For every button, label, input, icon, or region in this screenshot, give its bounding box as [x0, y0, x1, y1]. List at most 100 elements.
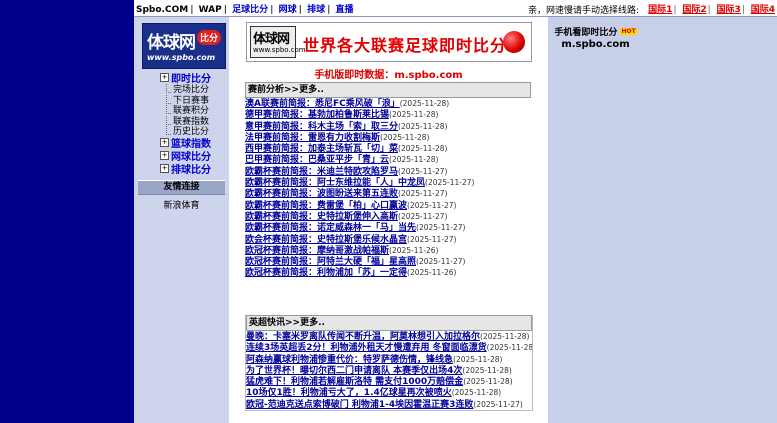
friend-links-title: 友情连接: [138, 180, 225, 195]
list-item: 欧冠杯赛前简报：摩纳哥激战帕福斯(2025-11-26): [245, 245, 531, 256]
article-date: (2025-11-27): [407, 234, 457, 244]
nav-live-link[interactable]: 直播: [336, 5, 354, 15]
article-link[interactable]: 欧霸杯赛前简报：米迪兰特欧攻陷罗马: [245, 167, 398, 177]
logo-url: www.spbo.com: [147, 53, 216, 62]
article-link[interactable]: 为了世界杯！曝切尔西二门申请离队 本赛季仅出场4次: [246, 366, 462, 376]
article-date: (2025-11-27): [398, 189, 448, 199]
menu-basketball[interactable]: + 篮球指数: [160, 137, 228, 150]
right-sidebar: 手机看即时比分 HOT m.spbo.com: [548, 17, 777, 423]
list-item: 巴甲赛前简报：巴桑亚平步「青」云(2025-11-28): [245, 154, 531, 165]
list-item: 欧霸杯赛前简报：米迪兰特欧攻陷罗马(2025-11-27): [245, 166, 531, 177]
site-logo[interactable]: 体球网 比分 www.spbo.com: [142, 23, 226, 69]
nav-wap-link[interactable]: WAP: [199, 5, 222, 15]
article-date: (2025-11-27): [407, 200, 457, 210]
list-item: 猛虎难下！利物浦若解雇斯洛特 需支付1000万赔偿金(2025-11-28): [246, 376, 532, 387]
sidebar-menu: + 即时比分 完场比分 下日赛事 联赛积分 联赛指数 历史比分 + 篮球指数 +…: [160, 71, 228, 176]
nav-volleyball-link[interactable]: 排球: [307, 5, 325, 15]
article-link[interactable]: 10场仅1胜！利物浦亏大了，1.4亿球星再次被喷火: [246, 388, 452, 398]
nav-football-link[interactable]: 足球比分: [232, 5, 268, 15]
menu-tennis[interactable]: + 网球比分: [160, 150, 228, 163]
article-link[interactable]: 欧霸杯赛前简报：史特拉斯堡伸入高斯: [245, 212, 398, 222]
article-link[interactable]: 德甲赛前简报：基勃加柏鲁斯莱比锡: [245, 110, 389, 120]
news-more-link[interactable]: >>更多..: [285, 318, 325, 328]
list-item: 为了世界杯！曝切尔西二门申请离队 本赛季仅出场4次(2025-11-28): [246, 365, 532, 376]
article-date: (2025-11-28): [486, 343, 532, 353]
menu-football[interactable]: + 即时比分: [160, 71, 228, 85]
article-date: (2025-11-28): [389, 155, 439, 165]
article-date: (2025-11-27): [398, 166, 448, 176]
banner-title: 世界各大联赛足球即时比分: [303, 36, 508, 55]
expand-icon: +: [160, 164, 169, 173]
article-link[interactable]: 欧霸杯赛前简报：诺定威森林一「马」当先: [245, 223, 416, 233]
mobile-link[interactable]: 手机版即时数据：m.spbo.com: [229, 66, 548, 81]
article-date: (2025-11-28): [451, 388, 502, 398]
mobile-promo[interactable]: 手机看即时比分 HOT m.spbo.com: [554, 25, 637, 50]
list-item: 欧霸杯赛前简报：费雷堡「柏」心口赢波(2025-11-27): [245, 200, 531, 211]
list-item: 欧霸杯赛前简报：波图盼送来第五连败(2025-11-27): [245, 188, 531, 199]
article-date: (2025-11-28): [463, 377, 513, 387]
article-link[interactable]: 欧霸杯赛前简报：波图盼送来第五连败: [245, 189, 398, 199]
list-item: 意甲赛前简报：科木主场「索」取三分(2025-11-28): [245, 121, 531, 132]
analysis-header: 赛前分析>>更多..: [245, 82, 531, 98]
expand-icon: +: [160, 151, 169, 160]
mobile-promo-url: m.spbo.com: [561, 39, 630, 50]
article-link[interactable]: 连续3场英超丢2分！利物浦外租天才慢遭弃用 冬窗面临漂货: [246, 343, 487, 353]
article-link[interactable]: 欧冠杯赛前简报：阿特兰大硬「福」星高照: [245, 257, 416, 267]
article-date: (2025-11-28): [398, 144, 448, 154]
menu-volleyball[interactable]: + 排球比分: [160, 163, 228, 176]
menu-sub-standings[interactable]: 联赛积分: [160, 105, 228, 116]
analysis-list: 澳A联赛前简报：悉尼FC乘风破「浪」(2025-11-28) 德甲赛前简报：基勃加…: [245, 98, 531, 279]
news-list: 曼晚：卡塞米罗离队传闻不断升温，阿莫林想引入加拉格尔(2025-11-28) 连续…: [246, 331, 532, 410]
list-item: 欧霸杯赛前简报：史特拉斯堡伸入高斯(2025-11-27): [245, 211, 531, 222]
analysis-section: 赛前分析>>更多.. 澳A联赛前简报：悉尼FC乘风破「浪」(2025-11-28…: [245, 82, 531, 279]
line-1-link[interactable]: 国际1: [648, 5, 672, 15]
article-link[interactable]: 澳A联赛前简报：悉尼FC乘风破「浪」: [245, 99, 400, 109]
list-item: 欧霸杯赛前简报：诺定威森林一「马」当先(2025-11-27): [245, 222, 531, 233]
article-date: (2025-11-28): [398, 121, 448, 131]
article-date: (2025-11-27): [416, 257, 466, 267]
line-selector: 国际1| 国际2| 国际3| 国际4: [648, 5, 775, 15]
list-item: 欧霸杯赛前简报：阿士东维拉能「人」中龙凤(2025-11-27): [245, 177, 531, 188]
nav-home-link[interactable]: Spbo.COM: [136, 5, 188, 15]
article-link[interactable]: 欧霸杯赛前简报：费雷堡「柏」心口赢波: [245, 201, 407, 211]
line-notice: 亲，网速慢请手动选择线路:: [527, 6, 639, 16]
article-link[interactable]: 西甲赛前简报：加泰主场斩瓦「切」菜: [245, 144, 398, 154]
article-link[interactable]: 阿森纳赢球利物浦惨重代价：特罗萨德伤情，锋线急: [246, 355, 453, 365]
friend-link-item[interactable]: 新浪体育: [134, 198, 229, 211]
menu-sub-odds[interactable]: 联赛指数: [160, 116, 228, 127]
article-link[interactable]: 欧冠-范迪克送点索博破门 利物浦1-4埃因霍温正赛3连败: [246, 400, 473, 410]
article-link[interactable]: 猛虎难下！利物浦若解雇斯洛特 需支付1000万赔偿金: [246, 377, 463, 387]
article-link[interactable]: 欧会杯赛前简报：史特拉斯堡乐候水晶宫: [245, 235, 407, 245]
nav-tennis-link[interactable]: 网球: [279, 5, 297, 15]
article-link[interactable]: 欧冠杯赛前简报：摩纳哥激战帕福斯: [245, 246, 389, 256]
expand-icon: +: [160, 138, 169, 147]
article-link[interactable]: 巴甲赛前简报：巴桑亚平步「青」云: [245, 155, 389, 165]
list-item: 西甲赛前简报：加泰主场斩瓦「切」菜(2025-11-28): [245, 143, 531, 154]
article-link[interactable]: 法甲赛前简报：雷恩有力收割梅斯: [245, 133, 380, 143]
article-link[interactable]: 意甲赛前简报：科木主场「索」取三分: [245, 122, 398, 132]
list-item: 法甲赛前简报：雷恩有力收割梅斯(2025-11-28): [245, 132, 531, 143]
article-date: (2025-11-27): [425, 178, 475, 188]
menu-sub-next-day[interactable]: 下日赛事: [160, 95, 228, 106]
article-date: (2025-11-28): [399, 99, 450, 108]
line-3-link[interactable]: 国际3: [717, 5, 741, 15]
line-2-link[interactable]: 国际2: [682, 5, 706, 15]
article-date: (2025-11-27): [473, 399, 523, 409]
article-date: (2025-11-27): [416, 223, 466, 233]
article-link[interactable]: 曼晚：卡塞米罗离队传闻不断升温，阿莫林想引入加拉格尔: [246, 332, 480, 342]
article-date: (2025-11-28): [480, 332, 530, 341]
analysis-more-link[interactable]: >>更多..: [284, 85, 324, 95]
article-date: (2025-11-28): [462, 365, 512, 375]
news-section: 英超快讯>>更多.. 曼晚：卡塞米罗离队传闻不断升温，阿莫林想引入加拉格尔(20…: [245, 315, 533, 412]
list-item: 欧冠-范迪克送点索博破门 利物浦1-4埃因霍温正赛3连败(2025-11-27): [246, 399, 532, 410]
article-link[interactable]: 欧冠杯赛前简报：利物浦加「苏」一定得: [245, 268, 407, 278]
article-date: (2025-11-28): [380, 132, 430, 142]
logo-text: 体球网: [147, 33, 196, 53]
logo-badge: 比分: [196, 30, 221, 45]
line-4-link[interactable]: 国际4: [751, 5, 775, 15]
hot-badge: HOT: [620, 28, 637, 35]
mobile-promo-title: 手机看即时比分: [554, 28, 618, 38]
article-link[interactable]: 欧霸杯赛前简报：阿士东维拉能「人」中龙凤: [245, 178, 425, 188]
menu-sub-finished[interactable]: 完场比分: [160, 84, 228, 95]
list-item: 曼晚：卡塞米罗离队传闻不断升温，阿莫林想引入加拉格尔(2025-11-28): [246, 331, 532, 342]
